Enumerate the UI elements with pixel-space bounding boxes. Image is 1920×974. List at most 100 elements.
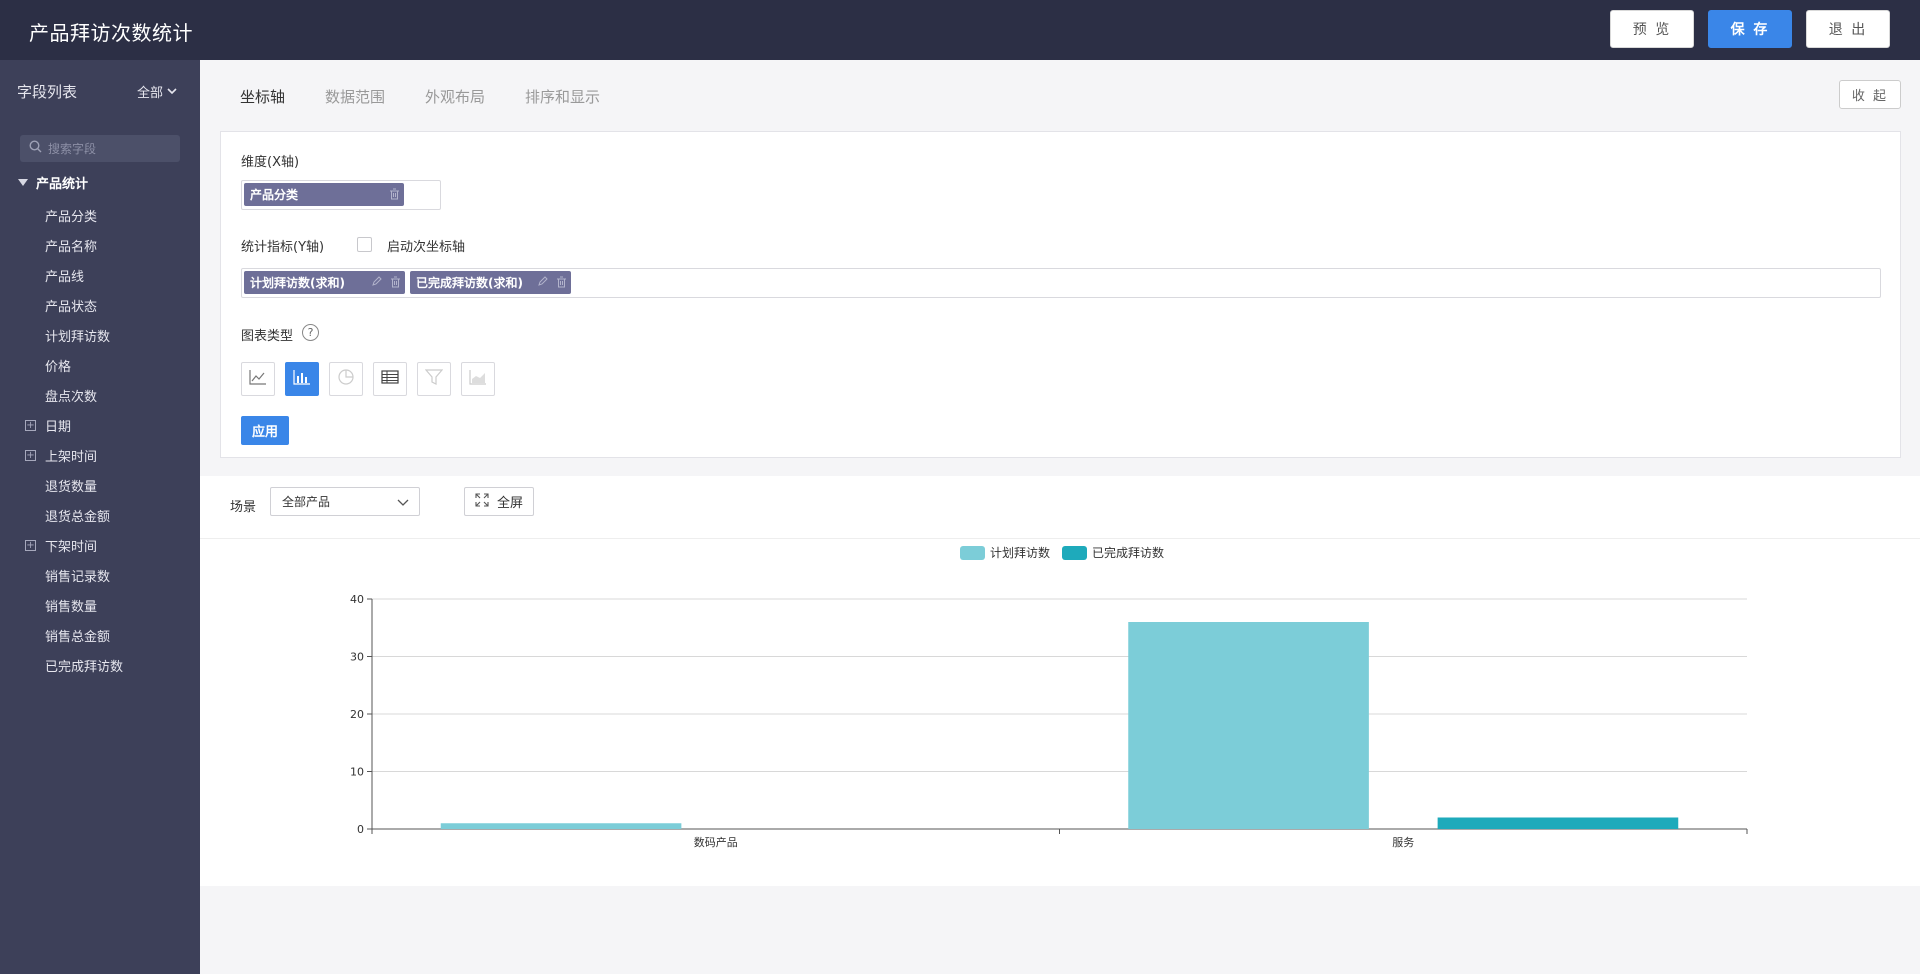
field-item[interactable]: + 日期 [0,410,200,440]
y-field-pill-label: 已完成拜访数(求和) [416,276,523,290]
bar [440,823,682,829]
chart-type-pie-button[interactable] [329,362,363,396]
x-axis-label: 维度(X轴) [241,155,300,170]
scene-select-value: 全部产品 [282,495,331,509]
line-chart-icon [249,369,267,389]
collapse-button[interactable]: 收 起 [1839,80,1901,109]
field-item[interactable]: 计划拜访数 [0,320,200,350]
field-item[interactable]: + 上架时间 [0,440,200,470]
search-icon [29,140,42,157]
expand-plus-icon[interactable]: + [25,420,36,431]
field-item-label: 计划拜访数 [45,329,111,345]
scene-select[interactable]: 全部产品 [270,487,420,516]
legend-item[interactable]: 计划拜访数 [960,544,1050,561]
trash-icon[interactable] [388,188,400,200]
preview-button[interactable]: 预 览 [1610,10,1694,48]
y-field-pill[interactable]: 已完成拜访数(求和) [410,271,571,294]
y-field-pill[interactable]: 计划拜访数(求和) [244,271,405,294]
fullscreen-button[interactable]: 全屏 [464,487,534,516]
field-item-label: 已完成拜访数 [45,659,124,675]
tab-2[interactable]: 外观布局 [425,86,485,107]
field-tree-list: 产品分类产品名称产品线产品状态计划拜访数价格盘点次数 + 日期 + 上架时间退货数量 退货… [0,200,200,680]
field-item[interactable]: 产品状态 [0,290,200,320]
field-item[interactable]: 产品分类 [0,200,200,230]
edit-icon[interactable] [370,276,382,288]
field-item-label: 产品线 [45,269,85,285]
y-axis-dropzone[interactable]: 计划拜访数(求和) 已完成拜访数(求和) [241,268,1881,298]
y-axis-label: 统计指标(Y轴) [241,240,325,255]
bar-chart: 0 10 20 30 40 数码产品 服务 [350,593,1748,849]
y-field-pill-label: 计划拜访数(求和) [250,276,345,290]
x-field-pill[interactable]: 产品分类 [244,183,404,206]
field-list-title: 字段列表 [17,83,78,101]
field-item-label: 销售记录数 [45,569,111,585]
field-item-label: 价格 [45,359,72,375]
fullscreen-icon [475,492,489,511]
legend-item[interactable]: 已完成拜访数 [1062,544,1164,561]
chart-type-bar-button[interactable] [285,362,319,396]
field-item-label: 下架时间 [45,539,98,555]
field-item[interactable]: 退货数量 [0,470,200,500]
trash-icon[interactable] [389,276,401,288]
secondary-axis-checkbox[interactable] [357,237,372,252]
trash-icon[interactable] [555,276,567,288]
apply-button[interactable]: 应用 [241,416,289,445]
field-item[interactable]: 产品线 [0,260,200,290]
field-item[interactable]: 产品名称 [0,230,200,260]
edit-icon[interactable] [536,276,548,288]
save-button[interactable]: 保 存 [1708,10,1792,48]
tree-group-label: 产品统计 [36,177,89,192]
axis-config-panel: 维度(X轴) 产品分类 统计指标(Y轴) 启动次坐标轴 计划拜访数(求和) 已完… [220,131,1901,458]
area-chart-icon [469,369,487,389]
y-tick-label: 30 [350,651,364,664]
fullscreen-label: 全屏 [496,496,523,511]
field-item[interactable]: 退货总金额 [0,500,200,530]
y-tick-label: 10 [350,766,364,779]
field-item[interactable]: 价格 [0,350,200,380]
main-content: 坐标轴 数据范围 外观布局 排序和显示 收 起 维度(X轴) 产品分类 统计指标(Y轴… [200,60,1920,974]
legend-label: 计划拜访数 [990,546,1051,560]
field-item[interactable]: 已完成拜访数 [0,650,200,680]
bar-chart-icon [293,369,311,389]
x-tick-label: 服务 [1392,836,1414,849]
funnel-icon [424,369,444,389]
tab-3[interactable]: 排序和显示 [525,86,600,107]
field-item-label: 产品分类 [45,209,98,225]
field-item[interactable]: 销售记录数 [0,560,200,590]
help-icon[interactable]: ? [302,324,319,341]
field-filter-label: 全部 [137,86,164,101]
chart-type-funnel-button[interactable] [417,362,451,396]
expand-plus-icon[interactable]: + [25,540,36,551]
chart-type-area-button[interactable] [461,362,495,396]
field-item[interactable]: 销售数量 [0,590,200,620]
tab-0[interactable]: 坐标轴 [240,86,285,107]
legend-label: 已完成拜访数 [1092,546,1165,560]
field-item-label: 日期 [45,419,72,435]
exit-button[interactable]: 退 出 [1806,10,1890,48]
field-search-input[interactable] [48,141,168,156]
x-axis-dropzone[interactable]: 产品分类 [241,180,441,210]
chart-type-table-button[interactable] [373,362,407,396]
field-filter-dropdown[interactable]: 全部 [137,82,177,101]
field-item[interactable]: 销售总金额 [0,620,200,650]
field-search-box[interactable] [20,135,180,162]
chart-type-line-button[interactable] [241,362,275,396]
tree-group-product-stats[interactable]: 产品统计 [18,173,88,192]
expand-plus-icon[interactable]: + [25,450,36,461]
scene-label: 场景 [230,500,257,515]
table-icon [381,370,399,388]
field-item[interactable]: + 下架时间 [0,530,200,560]
bar [1437,817,1679,829]
pie-chart-icon [337,368,355,390]
secondary-axis-label: 启动次坐标轴 [387,240,466,255]
field-item-label: 销售总金额 [45,629,111,645]
tab-1[interactable]: 数据范围 [325,86,385,107]
config-tabs: 坐标轴 数据范围 外观布局 排序和显示 [240,86,600,107]
caret-down-icon [18,179,28,186]
page-title: 产品拜访次数统计 [29,21,193,45]
scene-toolbar: 场景 全部产品 全屏 [200,476,1920,538]
field-item-label: 上架时间 [45,449,98,465]
field-item[interactable]: 盘点次数 [0,380,200,410]
chart-area: 计划拜访数 已完成拜访数 0 10 20 30 40 数码产品 服务 [200,538,1920,886]
legend-swatch [960,545,985,560]
